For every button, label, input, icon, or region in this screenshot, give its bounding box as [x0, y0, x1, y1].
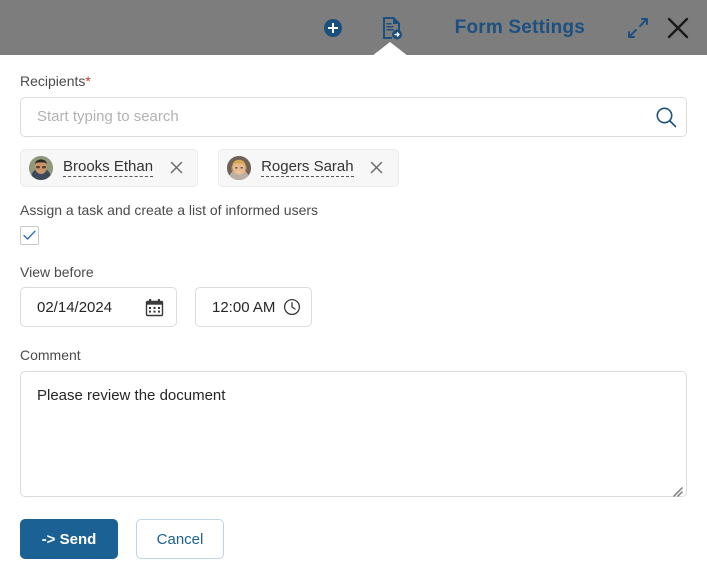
- avatar: [227, 155, 252, 180]
- calendar-icon[interactable]: [145, 298, 164, 317]
- send-button[interactable]: -> Send: [20, 519, 118, 560]
- close-icon[interactable]: [368, 159, 386, 177]
- popover-pointer: [372, 42, 408, 56]
- avatar: [29, 155, 53, 180]
- plus-circle-icon[interactable]: [323, 18, 343, 38]
- recipients-label-text: Recipients: [20, 73, 86, 89]
- expand-diagonal-icon[interactable]: [627, 17, 649, 39]
- document-share-icon[interactable]: [381, 16, 403, 40]
- comment-wrap: [20, 371, 687, 502]
- clock-icon[interactable]: [283, 298, 301, 316]
- comment-label: Comment: [20, 347, 81, 364]
- comment-textarea[interactable]: [20, 371, 687, 498]
- time-value: 12:00 AM: [212, 298, 276, 316]
- page-title: Form Settings: [454, 16, 585, 38]
- view-before-row: 02/14/2024 12:00 AM: [20, 287, 687, 328]
- view-before-label: View before: [20, 263, 94, 280]
- search-icon[interactable]: [646, 105, 686, 129]
- recipient-chips: Brooks Ethan Rogers Sarah: [20, 148, 687, 187]
- close-icon[interactable]: [665, 15, 691, 41]
- assign-task-label: Assign a task and create a list of infor…: [20, 201, 319, 218]
- time-picker[interactable]: 12:00 AM: [195, 287, 312, 328]
- recipients-search-box[interactable]: [20, 96, 687, 137]
- action-buttons: -> Send Cancel: [20, 519, 687, 560]
- dialog-header: Form Settings: [0, 0, 707, 56]
- required-marker: *: [85, 73, 91, 89]
- close-icon[interactable]: [167, 159, 185, 177]
- recipient-chip[interactable]: Brooks Ethan: [20, 148, 199, 187]
- recipients-label: Recipients*: [20, 73, 687, 90]
- form-settings-panel: Recipients* Brooks Ethan: [0, 55, 707, 560]
- recipient-name[interactable]: Brooks Ethan: [63, 158, 154, 178]
- recipient-chip[interactable]: Rogers Sarah: [218, 148, 399, 187]
- date-picker[interactable]: 02/14/2024: [20, 287, 177, 328]
- cancel-button[interactable]: Cancel: [136, 519, 224, 560]
- date-value: 02/14/2024: [37, 298, 113, 316]
- recipients-search-input[interactable]: [21, 97, 646, 136]
- assign-task-checkbox[interactable]: [20, 225, 39, 245]
- recipient-name[interactable]: Rogers Sarah: [261, 158, 354, 178]
